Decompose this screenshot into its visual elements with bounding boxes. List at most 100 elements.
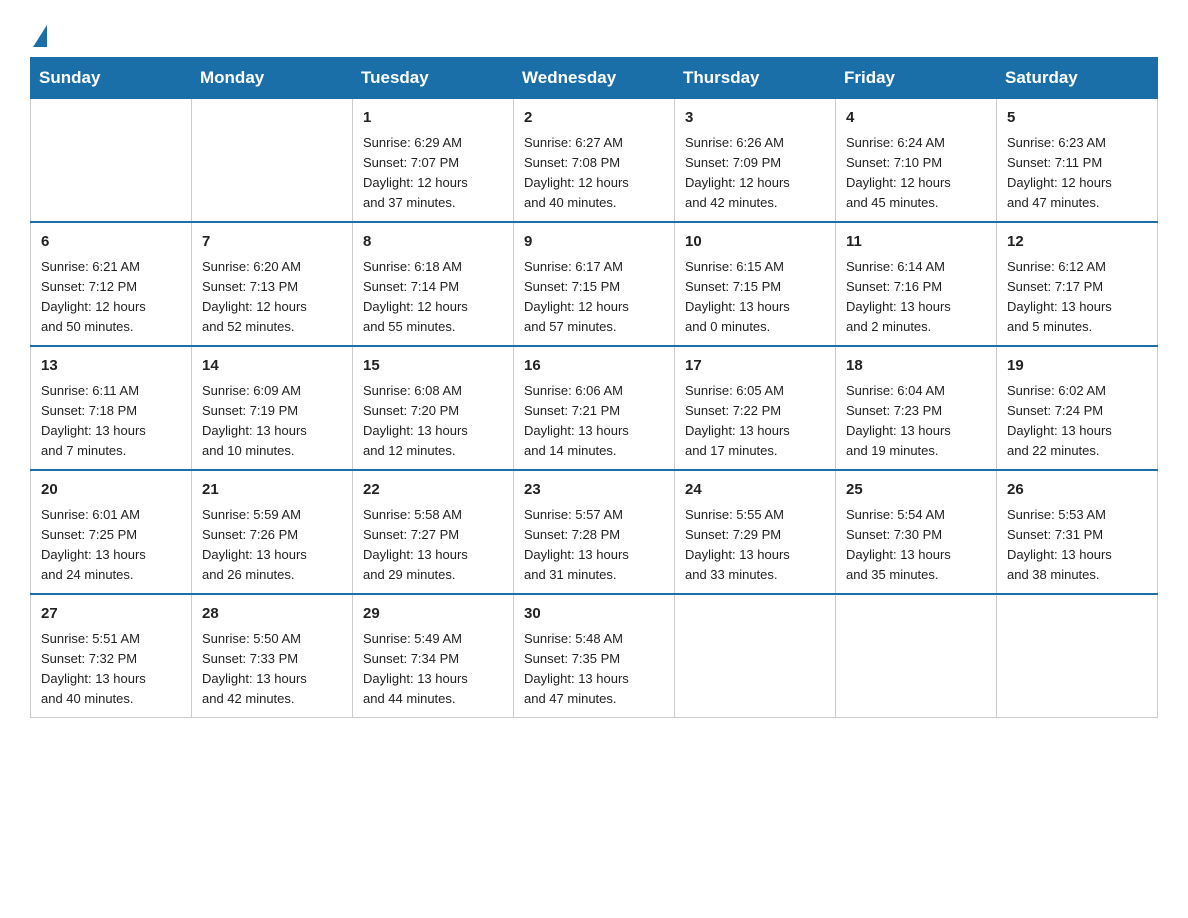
calendar-day-header: Monday — [192, 58, 353, 99]
calendar-header-row: SundayMondayTuesdayWednesdayThursdayFrid… — [31, 58, 1158, 99]
day-info: Sunrise: 5:48 AM Sunset: 7:35 PM Dayligh… — [524, 629, 664, 710]
day-info: Sunrise: 6:05 AM Sunset: 7:22 PM Dayligh… — [685, 381, 825, 462]
calendar-day-header: Wednesday — [514, 58, 675, 99]
day-number: 17 — [685, 355, 825, 378]
day-info: Sunrise: 5:54 AM Sunset: 7:30 PM Dayligh… — [846, 505, 986, 586]
day-number: 22 — [363, 479, 503, 502]
day-number: 30 — [524, 603, 664, 626]
day-number: 8 — [363, 231, 503, 254]
day-info: Sunrise: 6:09 AM Sunset: 7:19 PM Dayligh… — [202, 381, 342, 462]
day-info: Sunrise: 5:50 AM Sunset: 7:33 PM Dayligh… — [202, 629, 342, 710]
calendar-day-cell: 24 Sunrise: 5:55 AM Sunset: 7:29 PM Dayli… — [675, 470, 836, 594]
calendar-day-cell: 4 Sunrise: 6:24 AM Sunset: 7:10 PM Daylig… — [836, 99, 997, 223]
logo — [30, 20, 47, 47]
calendar-day-cell: 12 Sunrise: 6:12 AM Sunset: 7:17 PM Dayli… — [997, 222, 1158, 346]
day-info: Sunrise: 6:04 AM Sunset: 7:23 PM Dayligh… — [846, 381, 986, 462]
day-number: 25 — [846, 479, 986, 502]
day-number: 13 — [41, 355, 181, 378]
day-number: 10 — [685, 231, 825, 254]
calendar-day-cell: 8 Sunrise: 6:18 AM Sunset: 7:14 PM Daylig… — [353, 222, 514, 346]
day-number: 9 — [524, 231, 664, 254]
calendar-day-header: Sunday — [31, 58, 192, 99]
day-info: Sunrise: 6:17 AM Sunset: 7:15 PM Dayligh… — [524, 257, 664, 338]
calendar-day-cell: 27 Sunrise: 5:51 AM Sunset: 7:32 PM Dayli… — [31, 594, 192, 718]
day-number: 11 — [846, 231, 986, 254]
calendar-table: SundayMondayTuesdayWednesdayThursdayFrid… — [30, 57, 1158, 718]
calendar-day-cell: 15 Sunrise: 6:08 AM Sunset: 7:20 PM Dayli… — [353, 346, 514, 470]
calendar-day-cell: 25 Sunrise: 5:54 AM Sunset: 7:30 PM Dayli… — [836, 470, 997, 594]
day-number: 14 — [202, 355, 342, 378]
calendar-day-cell: 13Sunrise: 6:11 AM Sunset: 7:18 PM Dayli… — [31, 346, 192, 470]
day-number: 28 — [202, 603, 342, 626]
day-info: Sunrise: 6:02 AM Sunset: 7:24 PM Dayligh… — [1007, 381, 1147, 462]
day-info: Sunrise: 6:18 AM Sunset: 7:14 PM Dayligh… — [363, 257, 503, 338]
day-info: Sunrise: 5:51 AM Sunset: 7:32 PM Dayligh… — [41, 629, 181, 710]
calendar-day-header: Friday — [836, 58, 997, 99]
calendar-day-cell: 10Sunrise: 6:15 AM Sunset: 7:15 PM Dayli… — [675, 222, 836, 346]
day-number: 12 — [1007, 231, 1147, 254]
calendar-day-cell: 17 Sunrise: 6:05 AM Sunset: 7:22 PM Dayli… — [675, 346, 836, 470]
day-info: Sunrise: 6:14 AM Sunset: 7:16 PM Dayligh… — [846, 257, 986, 338]
day-number: 4 — [846, 107, 986, 130]
calendar-day-cell: 22 Sunrise: 5:58 AM Sunset: 7:27 PM Dayli… — [353, 470, 514, 594]
calendar-day-header: Thursday — [675, 58, 836, 99]
day-info: Sunrise: 6:12 AM Sunset: 7:17 PM Dayligh… — [1007, 257, 1147, 338]
calendar-day-cell: 2 Sunrise: 6:27 AM Sunset: 7:08 PM Daylig… — [514, 99, 675, 223]
calendar-day-cell: 20Sunrise: 6:01 AM Sunset: 7:25 PM Dayli… — [31, 470, 192, 594]
calendar-day-cell: 19 Sunrise: 6:02 AM Sunset: 7:24 PM Dayli… — [997, 346, 1158, 470]
calendar-day-cell: 14 Sunrise: 6:09 AM Sunset: 7:19 PM Dayli… — [192, 346, 353, 470]
day-number: 19 — [1007, 355, 1147, 378]
day-number: 26 — [1007, 479, 1147, 502]
day-number: 27 — [41, 603, 181, 626]
calendar-day-cell: 23 Sunrise: 5:57 AM Sunset: 7:28 PM Dayli… — [514, 470, 675, 594]
day-info: Sunrise: 5:58 AM Sunset: 7:27 PM Dayligh… — [363, 505, 503, 586]
day-number: 21 — [202, 479, 342, 502]
calendar-day-cell: 9 Sunrise: 6:17 AM Sunset: 7:15 PM Daylig… — [514, 222, 675, 346]
calendar-day-cell: 26Sunrise: 5:53 AM Sunset: 7:31 PM Dayli… — [997, 470, 1158, 594]
day-info: Sunrise: 6:01 AM Sunset: 7:25 PM Dayligh… — [41, 505, 181, 586]
calendar-week-row: 6 Sunrise: 6:21 AM Sunset: 7:12 PM Daylig… — [31, 222, 1158, 346]
calendar-day-cell: 30 Sunrise: 5:48 AM Sunset: 7:35 PM Dayli… — [514, 594, 675, 718]
calendar-day-cell: 6 Sunrise: 6:21 AM Sunset: 7:12 PM Daylig… — [31, 222, 192, 346]
logo-triangle-icon — [33, 25, 47, 47]
day-info: Sunrise: 6:27 AM Sunset: 7:08 PM Dayligh… — [524, 133, 664, 214]
day-info: Sunrise: 6:23 AM Sunset: 7:11 PM Dayligh… — [1007, 133, 1147, 214]
calendar-day-header: Saturday — [997, 58, 1158, 99]
calendar-day-cell: 7 Sunrise: 6:20 AM Sunset: 7:13 PM Daylig… — [192, 222, 353, 346]
day-number: 5 — [1007, 107, 1147, 130]
day-number: 24 — [685, 479, 825, 502]
day-info: Sunrise: 6:24 AM Sunset: 7:10 PM Dayligh… — [846, 133, 986, 214]
day-info: Sunrise: 5:59 AM Sunset: 7:26 PM Dayligh… — [202, 505, 342, 586]
day-number: 2 — [524, 107, 664, 130]
day-number: 6 — [41, 231, 181, 254]
calendar-day-cell: 16Sunrise: 6:06 AM Sunset: 7:21 PM Dayli… — [514, 346, 675, 470]
day-info: Sunrise: 6:08 AM Sunset: 7:20 PM Dayligh… — [363, 381, 503, 462]
day-number: 18 — [846, 355, 986, 378]
calendar-day-cell: 1Sunrise: 6:29 AM Sunset: 7:07 PM Daylig… — [353, 99, 514, 223]
day-info: Sunrise: 6:26 AM Sunset: 7:09 PM Dayligh… — [685, 133, 825, 214]
calendar-week-row: 13Sunrise: 6:11 AM Sunset: 7:18 PM Dayli… — [31, 346, 1158, 470]
day-number: 15 — [363, 355, 503, 378]
calendar-day-cell — [997, 594, 1158, 718]
day-number: 3 — [685, 107, 825, 130]
calendar-day-cell: 18 Sunrise: 6:04 AM Sunset: 7:23 PM Dayli… — [836, 346, 997, 470]
day-info: Sunrise: 6:06 AM Sunset: 7:21 PM Dayligh… — [524, 381, 664, 462]
day-info: Sunrise: 6:20 AM Sunset: 7:13 PM Dayligh… — [202, 257, 342, 338]
calendar-week-row: 20Sunrise: 6:01 AM Sunset: 7:25 PM Dayli… — [31, 470, 1158, 594]
day-info: Sunrise: 5:55 AM Sunset: 7:29 PM Dayligh… — [685, 505, 825, 586]
day-info: Sunrise: 6:29 AM Sunset: 7:07 PM Dayligh… — [363, 133, 503, 214]
day-info: Sunrise: 5:57 AM Sunset: 7:28 PM Dayligh… — [524, 505, 664, 586]
calendar-week-row: 27 Sunrise: 5:51 AM Sunset: 7:32 PM Dayli… — [31, 594, 1158, 718]
calendar-day-cell — [675, 594, 836, 718]
calendar-day-cell — [836, 594, 997, 718]
day-info: Sunrise: 6:21 AM Sunset: 7:12 PM Dayligh… — [41, 257, 181, 338]
calendar-week-row: 1Sunrise: 6:29 AM Sunset: 7:07 PM Daylig… — [31, 99, 1158, 223]
day-number: 23 — [524, 479, 664, 502]
calendar-day-cell: 29Sunrise: 5:49 AM Sunset: 7:34 PM Dayli… — [353, 594, 514, 718]
calendar-day-cell: 28 Sunrise: 5:50 AM Sunset: 7:33 PM Dayli… — [192, 594, 353, 718]
day-number: 7 — [202, 231, 342, 254]
page-header — [30, 20, 1158, 47]
calendar-day-cell: 21 Sunrise: 5:59 AM Sunset: 7:26 PM Dayli… — [192, 470, 353, 594]
calendar-day-cell: 11 Sunrise: 6:14 AM Sunset: 7:16 PM Dayli… — [836, 222, 997, 346]
day-number: 29 — [363, 603, 503, 626]
